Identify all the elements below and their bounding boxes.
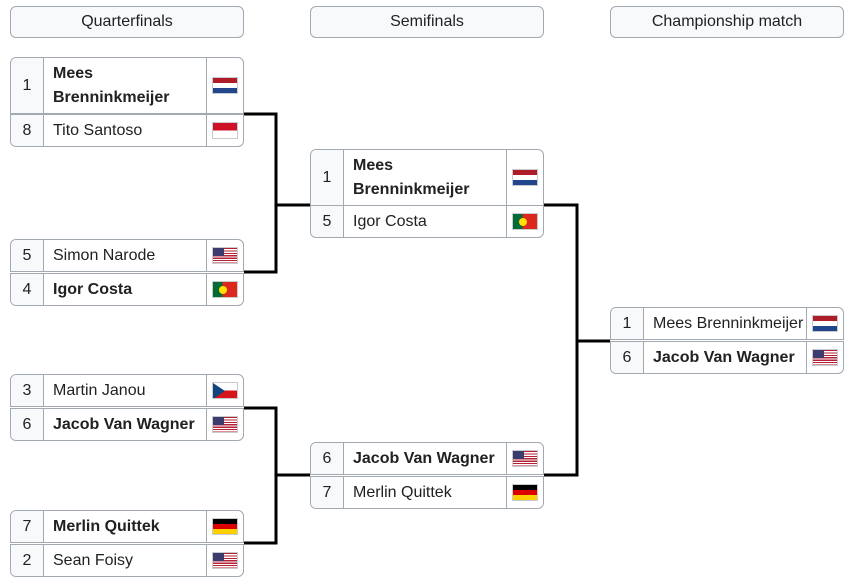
flag-ned-icon[interactable] [212,77,238,94]
connector-qf3-qf4 [244,406,310,545]
player-slot: 7 Merlin Quittek [310,476,544,509]
player-slot: 1 Mees Brenninkmeijer [610,307,844,340]
flag-cell [206,115,243,146]
seed-number: 6 [311,443,344,474]
seed-number: 1 [611,308,644,339]
flag-ina-icon[interactable] [212,122,238,139]
player-name[interactable]: Jacob Van Wagner [344,443,506,474]
player-name[interactable]: Mees Brenninkmeijer [644,308,806,339]
player-slot: 6 Jacob Van Wagner [10,408,244,441]
flag-cell [206,409,243,440]
player-name[interactable]: Sean Foisy [44,545,206,576]
flag-cell [206,545,243,576]
flag-cell [206,375,243,406]
player-name[interactable]: Tito Santoso [44,115,206,146]
player-name[interactable]: Martin Janou [44,375,206,406]
flag-por-icon[interactable] [212,281,238,298]
seed-number: 2 [11,545,44,576]
flag-cell [206,240,243,271]
player-name[interactable]: Merlin Quittek [344,477,506,508]
connector-sf1-sf2 [544,203,610,477]
player-slot: 4 Igor Costa [10,273,244,306]
seed-number: 4 [11,274,44,305]
flag-cell [506,150,543,205]
flag-ger-icon[interactable] [212,518,238,535]
player-name[interactable]: Jacob Van Wagner [644,342,806,373]
player-name[interactable]: Igor Costa [44,274,206,305]
flag-por-icon[interactable] [512,213,538,230]
player-slot: 1 Mees Brenninkmeijer [310,149,544,206]
flag-cell [506,443,543,474]
player-name[interactable]: Mees Brenninkmeijer [44,58,206,113]
seed-number: 6 [11,409,44,440]
player-slot: 1 Mees Brenninkmeijer [10,57,244,114]
player-name[interactable]: Jacob Van Wagner [44,409,206,440]
seed-number: 7 [311,477,344,508]
flag-usa-icon[interactable] [812,349,838,366]
player-name[interactable]: Mees Brenninkmeijer [344,150,506,205]
seed-number: 3 [11,375,44,406]
player-slot: 7 Merlin Quittek [10,510,244,543]
flag-usa-icon[interactable] [212,416,238,433]
flag-ger-icon[interactable] [512,484,538,501]
player-slot: 2 Sean Foisy [10,544,244,577]
player-slot: 5 Simon Narode [10,239,244,272]
connector-qf1-qf2 [244,112,310,274]
flag-usa-icon[interactable] [212,552,238,569]
flag-cell [206,58,243,113]
player-slot: 6 Jacob Van Wagner [310,442,544,475]
player-slot: 5 Igor Costa [310,205,544,238]
flag-cell [506,206,543,237]
player-name[interactable]: Simon Narode [44,240,206,271]
seed-number: 1 [11,58,44,113]
flag-cell [206,274,243,305]
flag-usa-icon[interactable] [512,450,538,467]
seed-number: 1 [311,150,344,205]
player-slot: 6 Jacob Van Wagner [610,341,844,374]
flag-ned-icon[interactable] [512,169,538,186]
flag-cell [806,342,843,373]
seed-number: 6 [611,342,644,373]
player-name[interactable]: Igor Costa [344,206,506,237]
flag-ned-icon[interactable] [812,315,838,332]
flag-cell [206,511,243,542]
flag-cell [506,477,543,508]
seed-number: 8 [11,115,44,146]
seed-number: 7 [11,511,44,542]
player-slot: 8 Tito Santoso [10,114,244,147]
player-slot: 3 Martin Janou [10,374,244,407]
flag-usa-icon[interactable] [212,247,238,264]
player-name[interactable]: Merlin Quittek [44,511,206,542]
seed-number: 5 [311,206,344,237]
seed-number: 5 [11,240,44,271]
flag-cze-icon[interactable] [212,382,238,399]
flag-cell [806,308,843,339]
